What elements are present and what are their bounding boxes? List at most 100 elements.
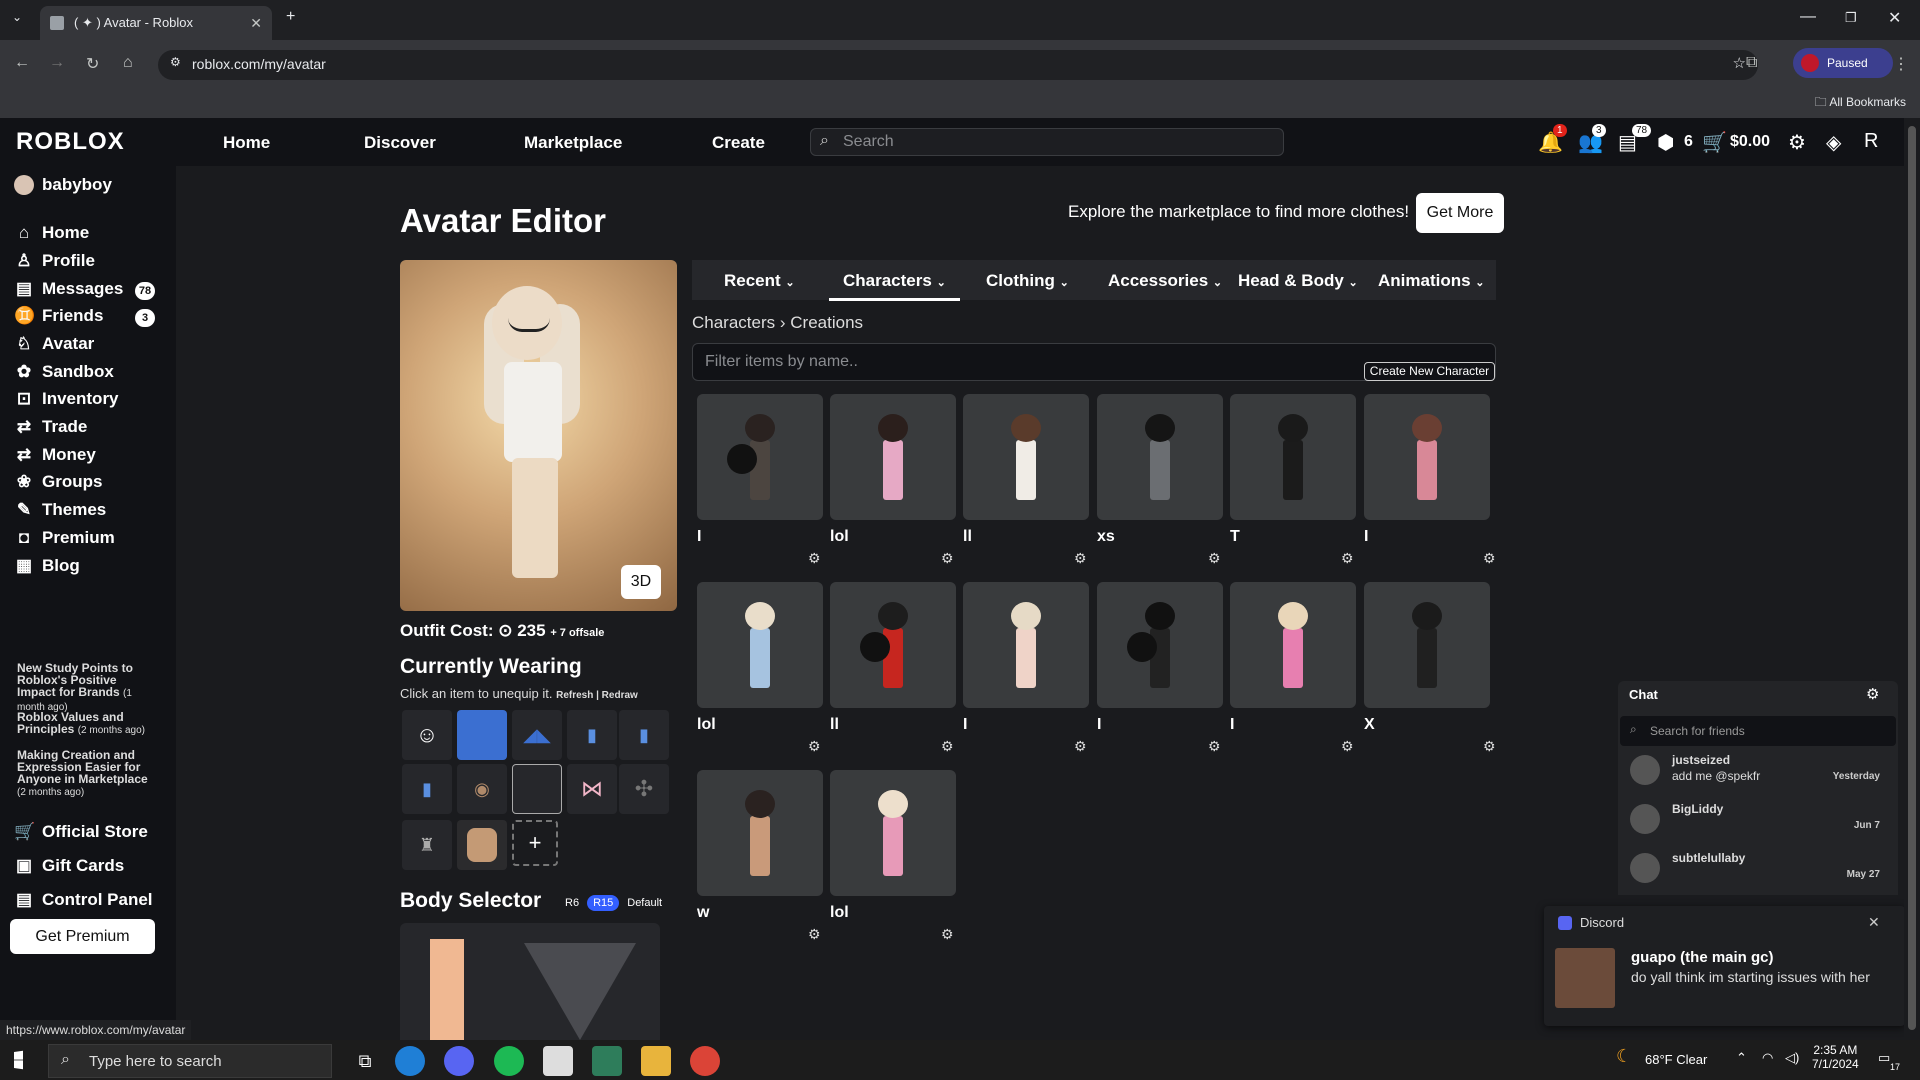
toggle-3d-button[interactable]: 3D <box>621 565 661 599</box>
extensions-icon[interactable]: ⧉ <box>1746 54 1757 72</box>
get-more-button[interactable]: Get More <box>1416 193 1504 233</box>
character-card[interactable] <box>1364 582 1490 708</box>
breadcrumb-root[interactable]: Characters <box>692 313 775 332</box>
roblox-logo[interactable]: ROBLOX <box>16 128 125 156</box>
sidebar-item-official-store[interactable]: 🛒 Official Store <box>14 822 148 842</box>
notification-center-icon[interactable]: ▭ <box>1878 1050 1890 1066</box>
browser-tab[interactable]: ( ✦ ) Avatar - Roblox ✕ <box>40 6 272 40</box>
home-icon[interactable]: ⌂ <box>123 54 133 72</box>
worn-item-face[interactable]: ☺ <box>402 710 452 760</box>
sidebar-item-groups[interactable]: ❀ Groups <box>14 472 103 492</box>
scrollbar-thumb[interactable] <box>1908 126 1916 1030</box>
extension-ropro-icon[interactable]: R <box>1864 130 1878 153</box>
network-icon[interactable]: ◠ <box>1762 1050 1773 1066</box>
back-icon[interactable]: ← <box>14 54 30 72</box>
character-card[interactable] <box>830 394 956 520</box>
tab-accessories[interactable]: Accessories ⌄ <box>1108 271 1222 291</box>
character-card[interactable] <box>963 582 1089 708</box>
character-card[interactable] <box>1097 394 1223 520</box>
worn-item-jacket[interactable]: ◢◣ <box>512 710 562 760</box>
add-item-button[interactable]: + <box>512 820 558 866</box>
body-part-figure[interactable] <box>430 939 464 1040</box>
character-name[interactable]: T <box>1230 528 1240 546</box>
notepad-icon[interactable] <box>543 1046 573 1076</box>
new-tab-icon[interactable]: + <box>286 8 295 26</box>
character-name[interactable]: I <box>1230 716 1234 734</box>
reload-icon[interactable]: ↻ <box>86 54 99 74</box>
character-name[interactable]: lol <box>697 716 716 734</box>
bookmark-star-icon[interactable]: ☆ <box>1733 54 1746 72</box>
character-name[interactable]: I <box>963 716 967 734</box>
character-settings-gear-icon[interactable]: ⚙ <box>808 926 821 943</box>
character-settings-gear-icon[interactable]: ⚙ <box>808 738 821 755</box>
character-name[interactable]: I <box>1097 716 1101 734</box>
sidebar-item-gift-cards[interactable]: ▣ Gift Cards <box>14 856 124 876</box>
sidebar-item-money[interactable]: ⇄ Money <box>14 445 96 465</box>
app-icon[interactable] <box>592 1046 622 1076</box>
blog-post[interactable]: New Study Points to Roblox's Positive Im… <box>17 662 157 714</box>
character-card[interactable] <box>1097 582 1223 708</box>
cart-icon[interactable]: 🛒 <box>1702 130 1727 155</box>
sidebar-item-themes[interactable]: ✎ Themes <box>14 500 106 520</box>
tab-clothing[interactable]: Clothing ⌄ <box>986 271 1069 291</box>
nav-marketplace[interactable]: Marketplace <box>524 133 622 153</box>
sidebar-item-control-panel[interactable]: ▤ Control Panel <box>14 890 153 910</box>
worn-item-pants[interactable]: ▮ <box>567 710 617 760</box>
worn-item-image[interactable] <box>512 764 562 814</box>
close-tab-icon[interactable]: ✕ <box>250 15 262 32</box>
tray-chevron-icon[interactable]: ⌃ <box>1736 1050 1747 1066</box>
body-option-default[interactable]: Default <box>627 897 662 909</box>
worn-item-sleeve[interactable]: ▮ <box>402 764 452 814</box>
character-name[interactable]: w <box>697 904 709 922</box>
nav-discover[interactable]: Discover <box>364 133 436 153</box>
character-settings-gear-icon[interactable]: ⚙ <box>1074 550 1087 567</box>
character-settings-gear-icon[interactable]: ⚙ <box>1483 550 1496 567</box>
character-name[interactable]: xs <box>1097 528 1115 546</box>
minimize-icon[interactable]: — <box>1800 8 1816 26</box>
task-view-icon[interactable]: ⧉ <box>350 1046 380 1076</box>
chat-conversation[interactable]: BigLiddy Jun 7 <box>1620 796 1896 844</box>
worn-item-body[interactable]: ♜ <box>402 820 452 870</box>
close-window-icon[interactable]: ✕ <box>1888 8 1901 28</box>
restore-icon[interactable]: ❐ <box>1845 10 1857 26</box>
character-settings-gear-icon[interactable]: ⚙ <box>1341 738 1354 755</box>
forward-icon[interactable]: → <box>49 54 65 72</box>
worn-item-hair[interactable]: ◉ <box>457 764 507 814</box>
profile-button[interactable]: Paused <box>1793 48 1893 78</box>
settings-gear-icon[interactable]: ⚙ <box>1788 130 1806 155</box>
sidebar-item-premium[interactable]: ◘ Premium <box>14 528 115 548</box>
character-settings-gear-icon[interactable]: ⚙ <box>941 926 954 943</box>
body-option-r6[interactable]: R6 <box>565 897 579 909</box>
chat-conversation[interactable]: justseized add me @spekfr Yesterday <box>1620 747 1896 795</box>
character-card[interactable] <box>1364 394 1490 520</box>
sidebar-item-profile[interactable]: ♙ Profile <box>14 251 95 271</box>
avatar-preview[interactable] <box>400 260 677 611</box>
character-card[interactable] <box>1230 582 1356 708</box>
character-card[interactable] <box>830 582 956 708</box>
robux-icon[interactable]: ⬢ <box>1657 130 1674 155</box>
weather-text[interactable]: 68°F Clear <box>1645 1052 1707 1067</box>
chrome-icon[interactable] <box>690 1046 720 1076</box>
body-option-r15[interactable]: R15 <box>587 895 620 911</box>
new-chat-icon[interactable]: ⚙ <box>1866 685 1879 703</box>
refresh-redraw-link[interactable]: Refresh | Redraw <box>556 690 638 701</box>
file-explorer-icon[interactable] <box>641 1046 671 1076</box>
tab-characters[interactable]: Characters ⌄ <box>829 271 960 301</box>
worn-item-head[interactable] <box>457 820 507 870</box>
nav-home[interactable]: Home <box>223 133 270 153</box>
page-scrollbar[interactable] <box>1904 118 1920 1040</box>
create-new-character-button[interactable]: Create New Character <box>1364 362 1495 381</box>
worn-item-bow[interactable]: ⋈ <box>567 764 617 814</box>
character-name[interactable]: X <box>1364 716 1375 734</box>
discord-taskbar-icon[interactable] <box>444 1046 474 1076</box>
header-search-input[interactable]: ⌕ Search <box>810 128 1284 156</box>
character-card[interactable] <box>697 582 823 708</box>
sidebar-item-inventory[interactable]: ⊡ Inventory <box>14 389 119 409</box>
sidebar-user[interactable]: babyboy <box>14 175 112 195</box>
character-name[interactable]: I <box>697 528 701 546</box>
edge-icon[interactable] <box>395 1046 425 1076</box>
sidebar-item-sandbox[interactable]: ✿ Sandbox <box>14 362 114 382</box>
character-settings-gear-icon[interactable]: ⚙ <box>808 550 821 567</box>
clock[interactable]: 2:35 AM 7/1/2024 <box>1812 1043 1859 1071</box>
character-settings-gear-icon[interactable]: ⚙ <box>1208 550 1221 567</box>
